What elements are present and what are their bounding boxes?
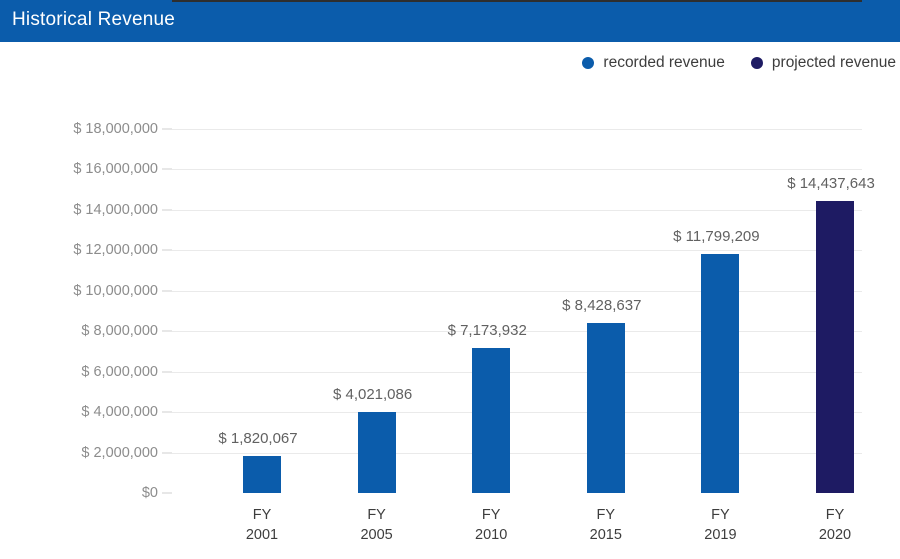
y-axis-tick-mark <box>162 128 172 130</box>
x-axis-tick-label: FY 2015 <box>589 507 622 543</box>
gridline <box>172 452 862 454</box>
axis-baseline <box>172 0 862 2</box>
y-axis-tick-mark <box>162 249 172 251</box>
y-axis-tick-label: $ 12,000,000 <box>73 242 158 259</box>
y-axis-tick-mark <box>162 411 172 413</box>
gridline <box>172 169 862 171</box>
gridline <box>172 371 862 373</box>
gridline <box>172 209 862 211</box>
y-axis-tick-mark <box>162 290 172 292</box>
gridline <box>172 250 862 252</box>
bar-value-label: $ 8,428,637 <box>562 296 642 314</box>
x-axis-tick-label: FY 2019 <box>704 507 737 543</box>
x-axis-tick-label: FY 2020 <box>818 507 852 543</box>
x-axis-tick-label: FY 2005 <box>360 507 393 543</box>
gridline <box>172 290 862 292</box>
bar-value-label: $ 4,021,086 <box>332 385 413 403</box>
bar[interactable] <box>357 411 396 493</box>
y-axis-tick-mark <box>162 452 172 454</box>
gridline <box>172 129 862 130</box>
bar[interactable] <box>472 347 511 493</box>
y-axis-tick-label: $ 18,000,000 <box>73 121 158 137</box>
bar-chart: $ 18,000,000 $ 16,000,000 $ 14,000,000 $ 12… <box>0 0 900 559</box>
bar[interactable] <box>243 456 281 493</box>
y-axis-tick-mark <box>162 371 172 373</box>
y-axis-tick-label: $ 8,000,000 <box>81 323 158 340</box>
x-axis-tick-label: FY 2001 <box>245 507 279 543</box>
y-axis-tick-label: $ 14,000,000 <box>73 201 158 218</box>
y-axis-tick-mark <box>162 209 172 211</box>
x-axis-tick-label: FY 2010 <box>475 507 508 543</box>
y-axis-tick-label: $ 2,000,000 <box>81 444 158 461</box>
bar[interactable] <box>701 254 740 493</box>
bar-value-label: $ 14,437,643 <box>787 175 875 193</box>
gridline <box>172 412 862 414</box>
bar[interactable] <box>816 201 854 493</box>
y-axis-tick-mark <box>162 492 172 494</box>
y-axis-tick-label: $ 16,000,000 <box>73 161 158 178</box>
bar-value-label: $ 1,820,067 <box>218 430 298 448</box>
y-axis-tick-label: $0 <box>141 485 158 501</box>
y-axis-tick-label: $ 10,000,000 <box>73 282 158 299</box>
bar[interactable] <box>586 322 625 493</box>
y-axis-tick-label: $ 4,000,000 <box>81 404 158 421</box>
bar-value-label: $ 7,173,932 <box>447 321 527 339</box>
y-axis-tick-mark <box>162 330 172 332</box>
bar-value-label: $ 11,799,209 <box>673 228 760 246</box>
y-axis-tick-mark <box>162 168 172 170</box>
y-axis-tick-label: $ 6,000,000 <box>81 363 158 380</box>
